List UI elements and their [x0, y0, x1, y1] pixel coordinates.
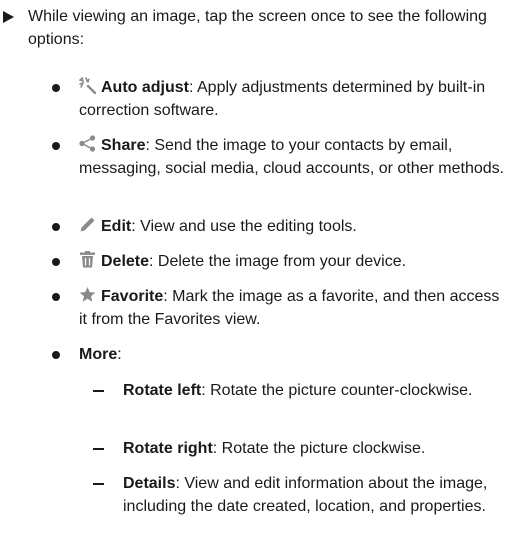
share-icon	[79, 135, 96, 152]
auto-adjust-wand-icon	[79, 77, 96, 94]
option-label: Share	[101, 137, 146, 154]
pencil-edit-icon	[79, 216, 96, 233]
more-item-label: Details	[123, 475, 176, 492]
option-description: : View and use the editing tools.	[131, 218, 357, 235]
option-label: Edit	[101, 218, 132, 235]
bullet-dot	[52, 84, 60, 92]
star-icon	[79, 286, 96, 303]
dash-bullet	[93, 390, 104, 392]
more-item-label: Rotate left	[123, 382, 202, 399]
bullet-dot	[52, 223, 60, 231]
more-item-description: : View and edit information about the im…	[123, 475, 488, 515]
more-item-description: : Rotate the picture counter-clockwise.	[201, 382, 473, 399]
more-item-label: Rotate right	[123, 440, 213, 457]
option-label: Favorite	[101, 288, 164, 305]
trash-icon	[79, 251, 96, 268]
bullet-dot	[52, 142, 60, 150]
option-label: More	[79, 346, 118, 363]
bullet-dot	[52, 351, 60, 359]
bullet-dot	[52, 293, 60, 301]
more-item-description: : Rotate the picture clockwise.	[212, 440, 426, 457]
bullet-dot	[52, 258, 60, 266]
option-description: :	[117, 346, 122, 363]
option-label: Delete	[101, 253, 150, 270]
arrow-bullet-icon	[3, 11, 14, 23]
option-description: : Delete the image from your device.	[149, 253, 407, 270]
dash-bullet	[93, 483, 104, 485]
help-document: While viewing an image, tap the screen o…	[0, 0, 516, 554]
intro-text: While viewing an image, tap the screen o…	[28, 8, 487, 48]
option-label: Auto adjust	[101, 79, 189, 96]
dash-bullet	[93, 448, 104, 450]
